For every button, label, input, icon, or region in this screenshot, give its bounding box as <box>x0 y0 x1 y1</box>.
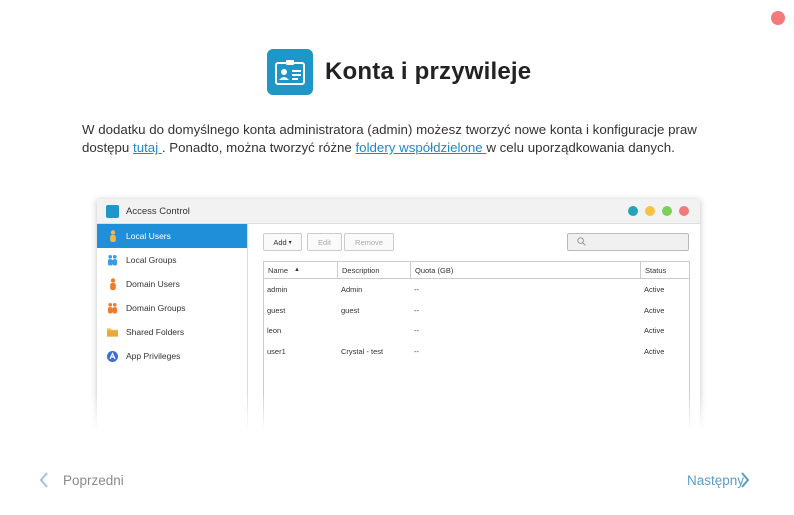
cell-quota: -- <box>414 346 419 356</box>
column-header-name: Name ▲ <box>264 262 338 278</box>
cell-name: user1 <box>267 346 286 356</box>
column-label: Status <box>645 265 667 275</box>
window-dot-teal <box>628 206 638 216</box>
cell-description: Admin <box>341 284 363 294</box>
sidebar-item-local-users: Local Users <box>97 224 247 248</box>
sidebar-item-label: Local Users <box>126 231 171 241</box>
accounts-card-icon <box>267 49 313 95</box>
sidebar: Local Users Local Groups Domain Users Do… <box>97 224 248 429</box>
sidebar-item-local-groups: Local Groups <box>97 248 247 272</box>
window-dot-green <box>662 206 672 216</box>
intro-part3: w celu uporządkowania danych. <box>486 140 675 155</box>
table-row: admin Admin -- Active <box>264 279 689 300</box>
cell-description: Crystal - test <box>341 346 384 356</box>
app-privileges-icon <box>107 350 118 362</box>
group-icon <box>107 254 118 266</box>
chevron-left-icon <box>39 472 48 488</box>
search-input <box>567 233 689 251</box>
remove-button: Remove <box>344 233 394 251</box>
sidebar-item-domain-groups: Domain Groups <box>97 296 247 320</box>
cell-status: Active <box>644 284 665 294</box>
user-icon <box>107 230 118 242</box>
close-button[interactable] <box>771 11 785 25</box>
sidebar-item-domain-users: Domain Users <box>97 272 247 296</box>
column-label: Quota (GB) <box>415 265 454 275</box>
column-header-quota: Quota (GB) <box>411 262 641 278</box>
search-icon <box>577 237 586 246</box>
remove-button-label: Remove <box>355 237 383 247</box>
window-titlebar: Access Control <box>97 199 700 224</box>
chevron-right-icon <box>741 472 750 488</box>
window-dot-red <box>679 206 689 216</box>
sidebar-item-shared-folders: Shared Folders <box>97 320 247 344</box>
add-button-label: Add <box>273 237 287 247</box>
previous-label: Poprzedni <box>63 472 124 488</box>
column-header-status: Status <box>641 262 689 278</box>
sidebar-item-label: Local Groups <box>126 255 177 265</box>
folder-icon <box>107 326 118 338</box>
intro-part2: . Ponadto, można tworzyć różne <box>161 140 356 155</box>
column-header-description: Description <box>338 262 411 278</box>
next-button[interactable]: Następny <box>687 471 750 489</box>
link-shared-folders[interactable]: foldery współdzielone <box>355 140 486 155</box>
cell-status: Active <box>644 346 665 356</box>
cell-quota: -- <box>414 326 419 336</box>
sidebar-item-label: Domain Groups <box>126 303 186 313</box>
table-row: user1 Crystal - test -- Active <box>264 341 689 362</box>
edit-button: Edit <box>307 233 342 251</box>
wizard-header: Konta i przywileje <box>267 49 531 95</box>
caret-down-icon: ▾ <box>288 239 292 246</box>
cell-quota: -- <box>414 305 419 315</box>
cell-status: Active <box>644 326 665 336</box>
main-panel: Add ▾ Edit Remove Name ▲ Description Quo… <box>248 224 700 429</box>
sidebar-item-label: App Privileges <box>126 351 181 361</box>
users-table: Name ▲ Description Quota (GB) Status adm… <box>263 261 690 429</box>
sidebar-item-label: Shared Folders <box>126 327 185 337</box>
domain-user-icon <box>107 278 118 290</box>
cell-status: Active <box>644 305 665 315</box>
cell-name: admin <box>267 284 288 294</box>
link-here[interactable]: tutaj <box>133 140 162 155</box>
sidebar-item-label: Domain Users <box>126 279 180 289</box>
page-title: Konta i przywileje <box>325 58 532 85</box>
sidebar-item-app-privileges: App Privileges <box>97 344 247 368</box>
window-dot-yellow <box>645 206 655 216</box>
cell-description: guest <box>341 305 360 315</box>
cell-name: guest <box>267 305 286 315</box>
access-control-icon <box>106 204 119 218</box>
sort-asc-icon: ▲ <box>294 267 300 273</box>
previous-button[interactable]: Poprzedni <box>39 471 124 489</box>
next-label: Następny <box>687 472 745 488</box>
window-title: Access Control <box>126 205 190 217</box>
table-row: guest guest -- Active <box>264 300 689 321</box>
cell-description <box>338 320 411 341</box>
cell-quota: -- <box>414 284 419 294</box>
intro-text: W dodatku do domyślnego konta administra… <box>82 121 722 157</box>
column-label: Description <box>342 265 380 275</box>
table-header: Name ▲ Description Quota (GB) Status <box>264 262 689 279</box>
edit-button-label: Edit <box>318 237 331 247</box>
table-row: leon -- Active <box>264 320 689 341</box>
domain-group-icon <box>107 302 118 314</box>
cell-name: leon <box>267 326 282 336</box>
add-button: Add ▾ <box>263 233 302 251</box>
access-control-preview: Access Control Local Users Local Groups … <box>97 199 700 429</box>
column-label: Name <box>268 265 289 275</box>
